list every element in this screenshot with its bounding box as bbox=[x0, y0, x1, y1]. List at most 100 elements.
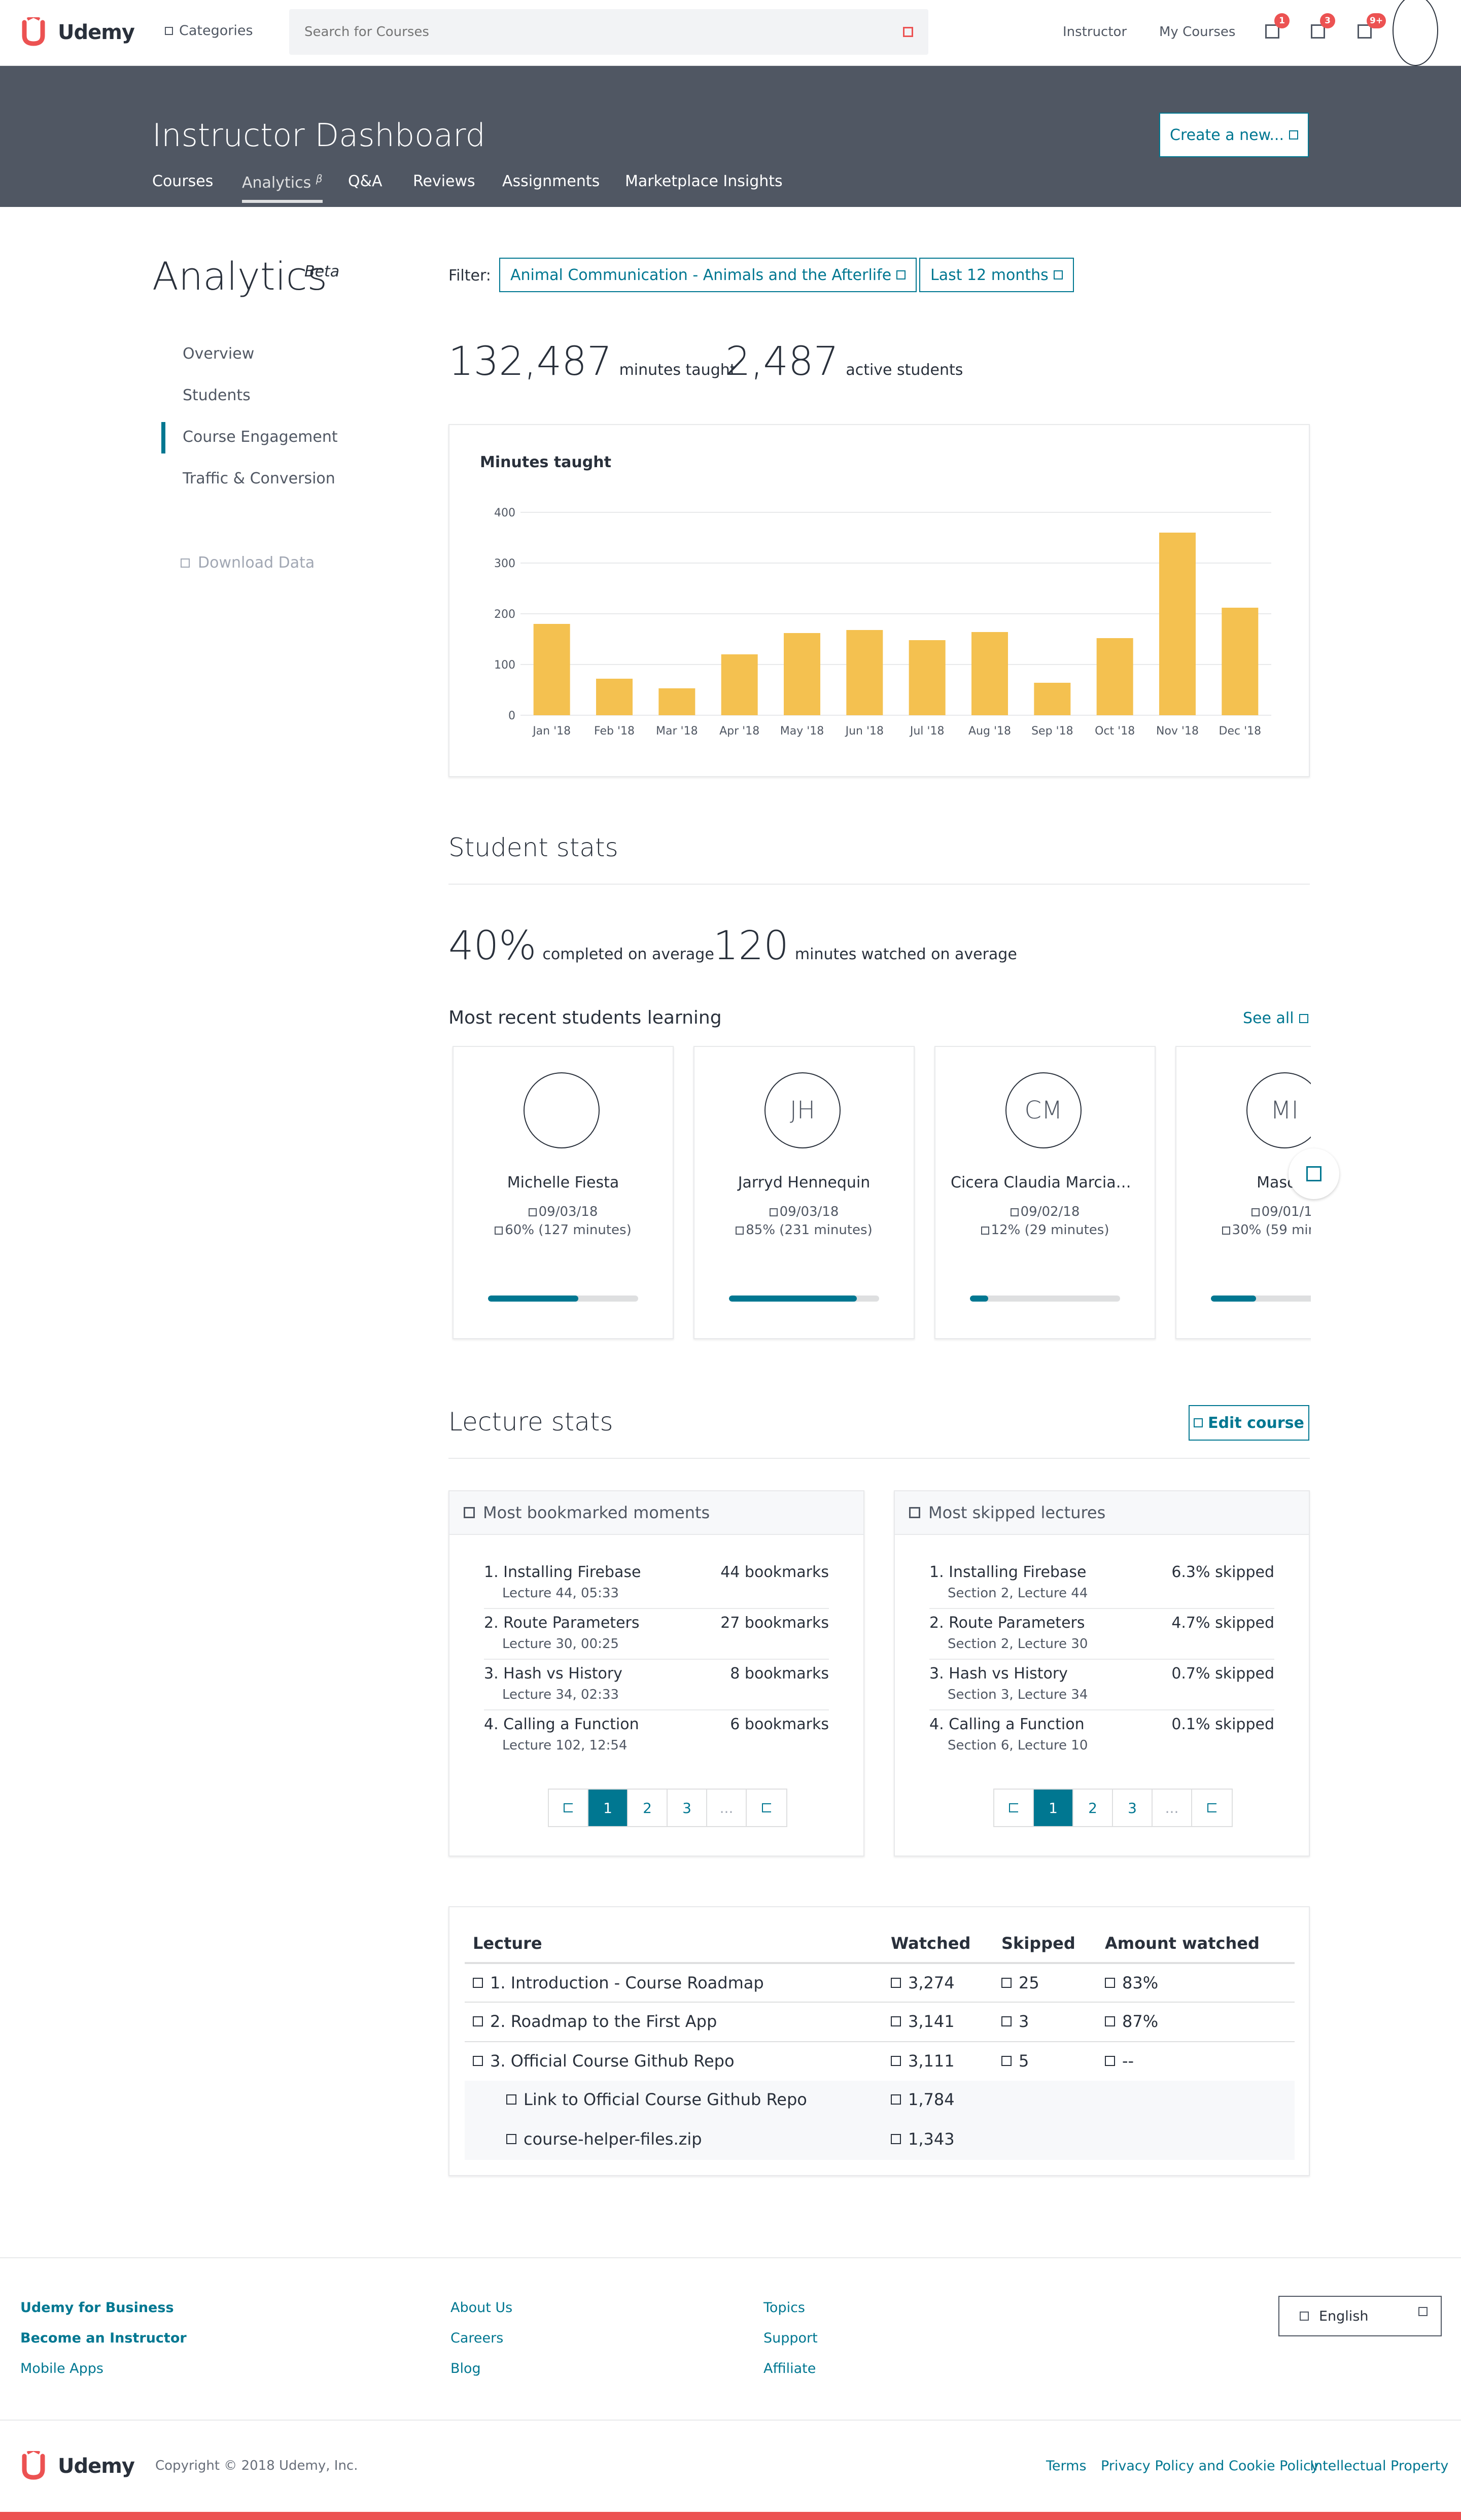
create-new-button[interactable]: Create a new... bbox=[1159, 113, 1309, 157]
user-avatar[interactable] bbox=[1393, 0, 1438, 66]
udemy-wordmark: Udemy bbox=[58, 2455, 135, 2478]
udemy-logo[interactable]: Udemy bbox=[20, 17, 135, 48]
table-row[interactable]: Link to Official Course Github Repo 1,78… bbox=[465, 2081, 1295, 2120]
pagination-prev[interactable] bbox=[549, 1790, 588, 1826]
course-filter-dropdown[interactable]: Animal Communication - Animals and the A… bbox=[499, 258, 917, 292]
tab-analytics[interactable]: Analytics β bbox=[242, 172, 323, 203]
chart-x-tick-label: Jun '18 bbox=[845, 725, 884, 738]
pagination-page[interactable]: 1 bbox=[588, 1790, 628, 1826]
download-icon bbox=[181, 558, 190, 568]
chart-x-tick-label: Aug '18 bbox=[968, 725, 1011, 738]
footer-link-support[interactable]: Support bbox=[763, 2330, 818, 2346]
list-item[interactable]: 1. Installing Firebase Section 2, Lecture… bbox=[929, 1558, 1274, 1609]
see-all-link[interactable]: See all bbox=[1243, 1009, 1308, 1027]
pagination: 1 2 3 ... bbox=[548, 1789, 787, 1827]
footer-link-intellectual-property[interactable]: Intellectual Property bbox=[1310, 2458, 1448, 2474]
search-input[interactable] bbox=[304, 22, 862, 42]
completed-average-label: completed on average bbox=[542, 946, 714, 963]
table-header-lecture: Lecture bbox=[473, 1934, 542, 1953]
table-row[interactable]: course-helper-files.zip 1,343 bbox=[465, 2120, 1295, 2160]
chart-y-tick-label: 0 bbox=[508, 710, 515, 722]
student-card[interactable]: CM Cicera Claudia Marcian... 09/02/18 12… bbox=[934, 1046, 1156, 1339]
student-date: 09/01/18 bbox=[1176, 1204, 1311, 1219]
chart-x-tick-label: Apr '18 bbox=[719, 725, 759, 738]
categories-menu[interactable]: Categories bbox=[165, 23, 253, 39]
list-item[interactable]: 1. Installing Firebase Lecture 44, 05:33 4… bbox=[484, 1558, 829, 1609]
sidebar-item-course-engagement[interactable]: Course Engagement bbox=[183, 428, 338, 446]
list-item-subtitle: Lecture 102, 12:54 bbox=[502, 1738, 628, 1753]
chart-y-tick-label: 100 bbox=[494, 659, 515, 672]
minutes-taught-value: 132,487 bbox=[448, 339, 612, 384]
pagination-page[interactable]: 3 bbox=[1113, 1790, 1153, 1826]
pagination-next[interactable] bbox=[747, 1790, 786, 1826]
pagination-page[interactable]: 2 bbox=[628, 1790, 668, 1826]
footer-link-privacy[interactable]: Privacy Policy and Cookie Policy bbox=[1101, 2458, 1319, 2474]
chart-y-tick-label: 300 bbox=[494, 557, 515, 570]
tab-courses[interactable]: Courses bbox=[152, 172, 213, 190]
table-row[interactable]: 1. Introduction - Course Roadmap 3,274 2… bbox=[465, 1962, 1295, 2002]
footer-link-terms[interactable]: Terms bbox=[1046, 2458, 1087, 2474]
pagination-page[interactable]: 3 bbox=[668, 1790, 707, 1826]
tab-analytics-label: Analytics bbox=[242, 174, 311, 192]
carousel-next-button[interactable] bbox=[1289, 1148, 1339, 1199]
list-item-subtitle: Section 3, Lecture 34 bbox=[948, 1687, 1088, 1702]
edit-course-button[interactable]: Edit course bbox=[1189, 1405, 1309, 1441]
tab-marketplace-insights[interactable]: Marketplace Insights bbox=[625, 172, 783, 190]
tab-qa[interactable]: Q&A bbox=[348, 172, 382, 190]
footer-link-udemy-for-business[interactable]: Udemy for Business bbox=[20, 2300, 174, 2316]
download-data-link[interactable]: Download Data bbox=[181, 554, 315, 572]
search-icon[interactable] bbox=[903, 27, 913, 37]
nav-my-courses-link[interactable]: My Courses bbox=[1159, 24, 1235, 40]
list-item-value: 44 bookmarks bbox=[720, 1563, 829, 1581]
skipped-panel: Most skipped lectures 1. Installing Fire… bbox=[894, 1490, 1310, 1857]
chart-bar bbox=[1222, 608, 1259, 715]
watched-cell: 3,111 bbox=[891, 2051, 955, 2071]
list-item[interactable]: 2. Route Parameters Section 2, Lecture 30… bbox=[929, 1609, 1274, 1660]
list-item[interactable]: 2. Route Parameters Lecture 30, 00:25 27 b… bbox=[484, 1609, 829, 1660]
cart-button[interactable]: 3 bbox=[1311, 13, 1335, 39]
nav-instructor-link[interactable]: Instructor bbox=[1063, 24, 1127, 40]
course-filter-value: Animal Communication - Animals and the A… bbox=[510, 266, 892, 284]
footer-link-careers[interactable]: Careers bbox=[450, 2330, 503, 2346]
list-item[interactable]: 4. Calling a Function Lecture 102, 12:54 6… bbox=[484, 1710, 829, 1761]
footer-link-topics[interactable]: Topics bbox=[763, 2300, 805, 2316]
footer-link-blog[interactable]: Blog bbox=[450, 2361, 481, 2376]
section-divider bbox=[448, 1458, 1310, 1459]
tab-reviews[interactable]: Reviews bbox=[413, 172, 475, 190]
cart-badge: 3 bbox=[1320, 13, 1335, 28]
sidebar-item-traffic-conversion[interactable]: Traffic & Conversion bbox=[183, 470, 335, 487]
period-filter-dropdown[interactable]: Last 12 months bbox=[919, 258, 1074, 292]
chevron-down-icon bbox=[1289, 130, 1298, 139]
pagination-page[interactable]: 1 bbox=[1034, 1790, 1073, 1826]
notifications-button[interactable]: 9+ bbox=[1358, 13, 1386, 39]
lecture-cell: course-helper-files.zip bbox=[506, 2129, 702, 2149]
table-row[interactable]: 2. Roadmap to the First App 3,141 3 87% bbox=[465, 2002, 1295, 2041]
list-item[interactable]: 3. Hash vs History Section 3, Lecture 34 0… bbox=[929, 1660, 1274, 1710]
footer-udemy-logo[interactable]: Udemy bbox=[20, 2451, 135, 2481]
pagination-page[interactable]: 2 bbox=[1073, 1790, 1113, 1826]
watched-value: 3,141 bbox=[908, 2012, 955, 2031]
footer-link-become-instructor[interactable]: Become an Instructor bbox=[20, 2330, 187, 2346]
footer-link-affiliate[interactable]: Affiliate bbox=[763, 2361, 816, 2376]
language-selector[interactable]: English bbox=[1278, 2296, 1442, 2336]
lecture-cell: 1. Introduction - Course Roadmap bbox=[473, 1973, 764, 1992]
student-card[interactable]: Michelle Fiesta 09/03/18 60% (127 minute… bbox=[453, 1046, 674, 1339]
progress-bar bbox=[729, 1296, 879, 1302]
tab-assignments[interactable]: Assignments bbox=[502, 172, 600, 190]
table-row[interactable]: 3. Official Course Github Repo 3,111 5 -… bbox=[465, 2041, 1295, 2081]
skipped-cell: 5 bbox=[1001, 2051, 1029, 2071]
pagination-ellipsis: ... bbox=[707, 1790, 747, 1826]
footer-link-mobile-apps[interactable]: Mobile Apps bbox=[20, 2361, 103, 2376]
student-card[interactable]: MI Mason I 09/01/18 30% (59 minutes) bbox=[1175, 1046, 1311, 1339]
footer-link-about-us[interactable]: About Us bbox=[450, 2300, 512, 2316]
list-item[interactable]: 3. Hash vs History Lecture 34, 02:33 8 boo… bbox=[484, 1660, 829, 1710]
sidebar-item-students[interactable]: Students bbox=[183, 387, 251, 404]
completed-average-stat: 40% completed on average bbox=[448, 923, 714, 969]
student-card[interactable]: JH Jarryd Hennequin 09/03/18 85% (231 mi… bbox=[693, 1046, 915, 1339]
pagination-prev[interactable] bbox=[994, 1790, 1034, 1826]
sidebar-item-overview[interactable]: Overview bbox=[183, 345, 254, 363]
wishlist-button[interactable]: 1 bbox=[1265, 13, 1290, 39]
list-item[interactable]: 4. Calling a Function Section 6, Lecture … bbox=[929, 1710, 1274, 1761]
pagination-next[interactable] bbox=[1192, 1790, 1232, 1826]
see-all-label: See all bbox=[1243, 1009, 1294, 1027]
